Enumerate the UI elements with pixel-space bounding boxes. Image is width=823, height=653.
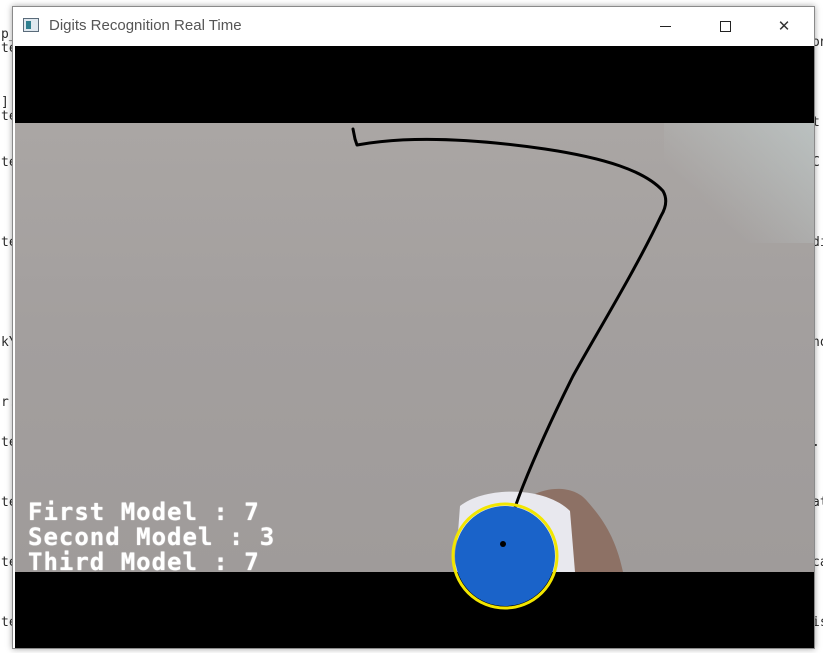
tracked-marker-center [500,541,506,547]
window-title: Digits Recognition Real Time [49,17,242,34]
digit-trace [351,127,668,541]
maximize-icon [719,20,731,32]
minimize-button[interactable] [636,7,694,45]
video-feed: First Model : 7 Second Model : 3 Third M… [15,46,814,648]
minimize-icon [659,25,671,27]
title-bar[interactable]: Digits Recognition Real Time ✕ [13,7,814,45]
third-model-prediction: Third Model : 7 [28,548,260,576]
second-model-prediction: Second Model : 3 [28,523,276,551]
tracked-marker-fill [455,506,555,606]
close-icon: ✕ [777,17,791,35]
first-model-prediction: First Model : 7 [28,498,260,526]
app-window-icon [23,18,39,32]
digits-recognition-window: Digits Recognition Real Time ✕ First Mod… [12,6,815,649]
close-button[interactable]: ✕ [755,7,813,45]
maximize-button[interactable] [696,7,754,45]
